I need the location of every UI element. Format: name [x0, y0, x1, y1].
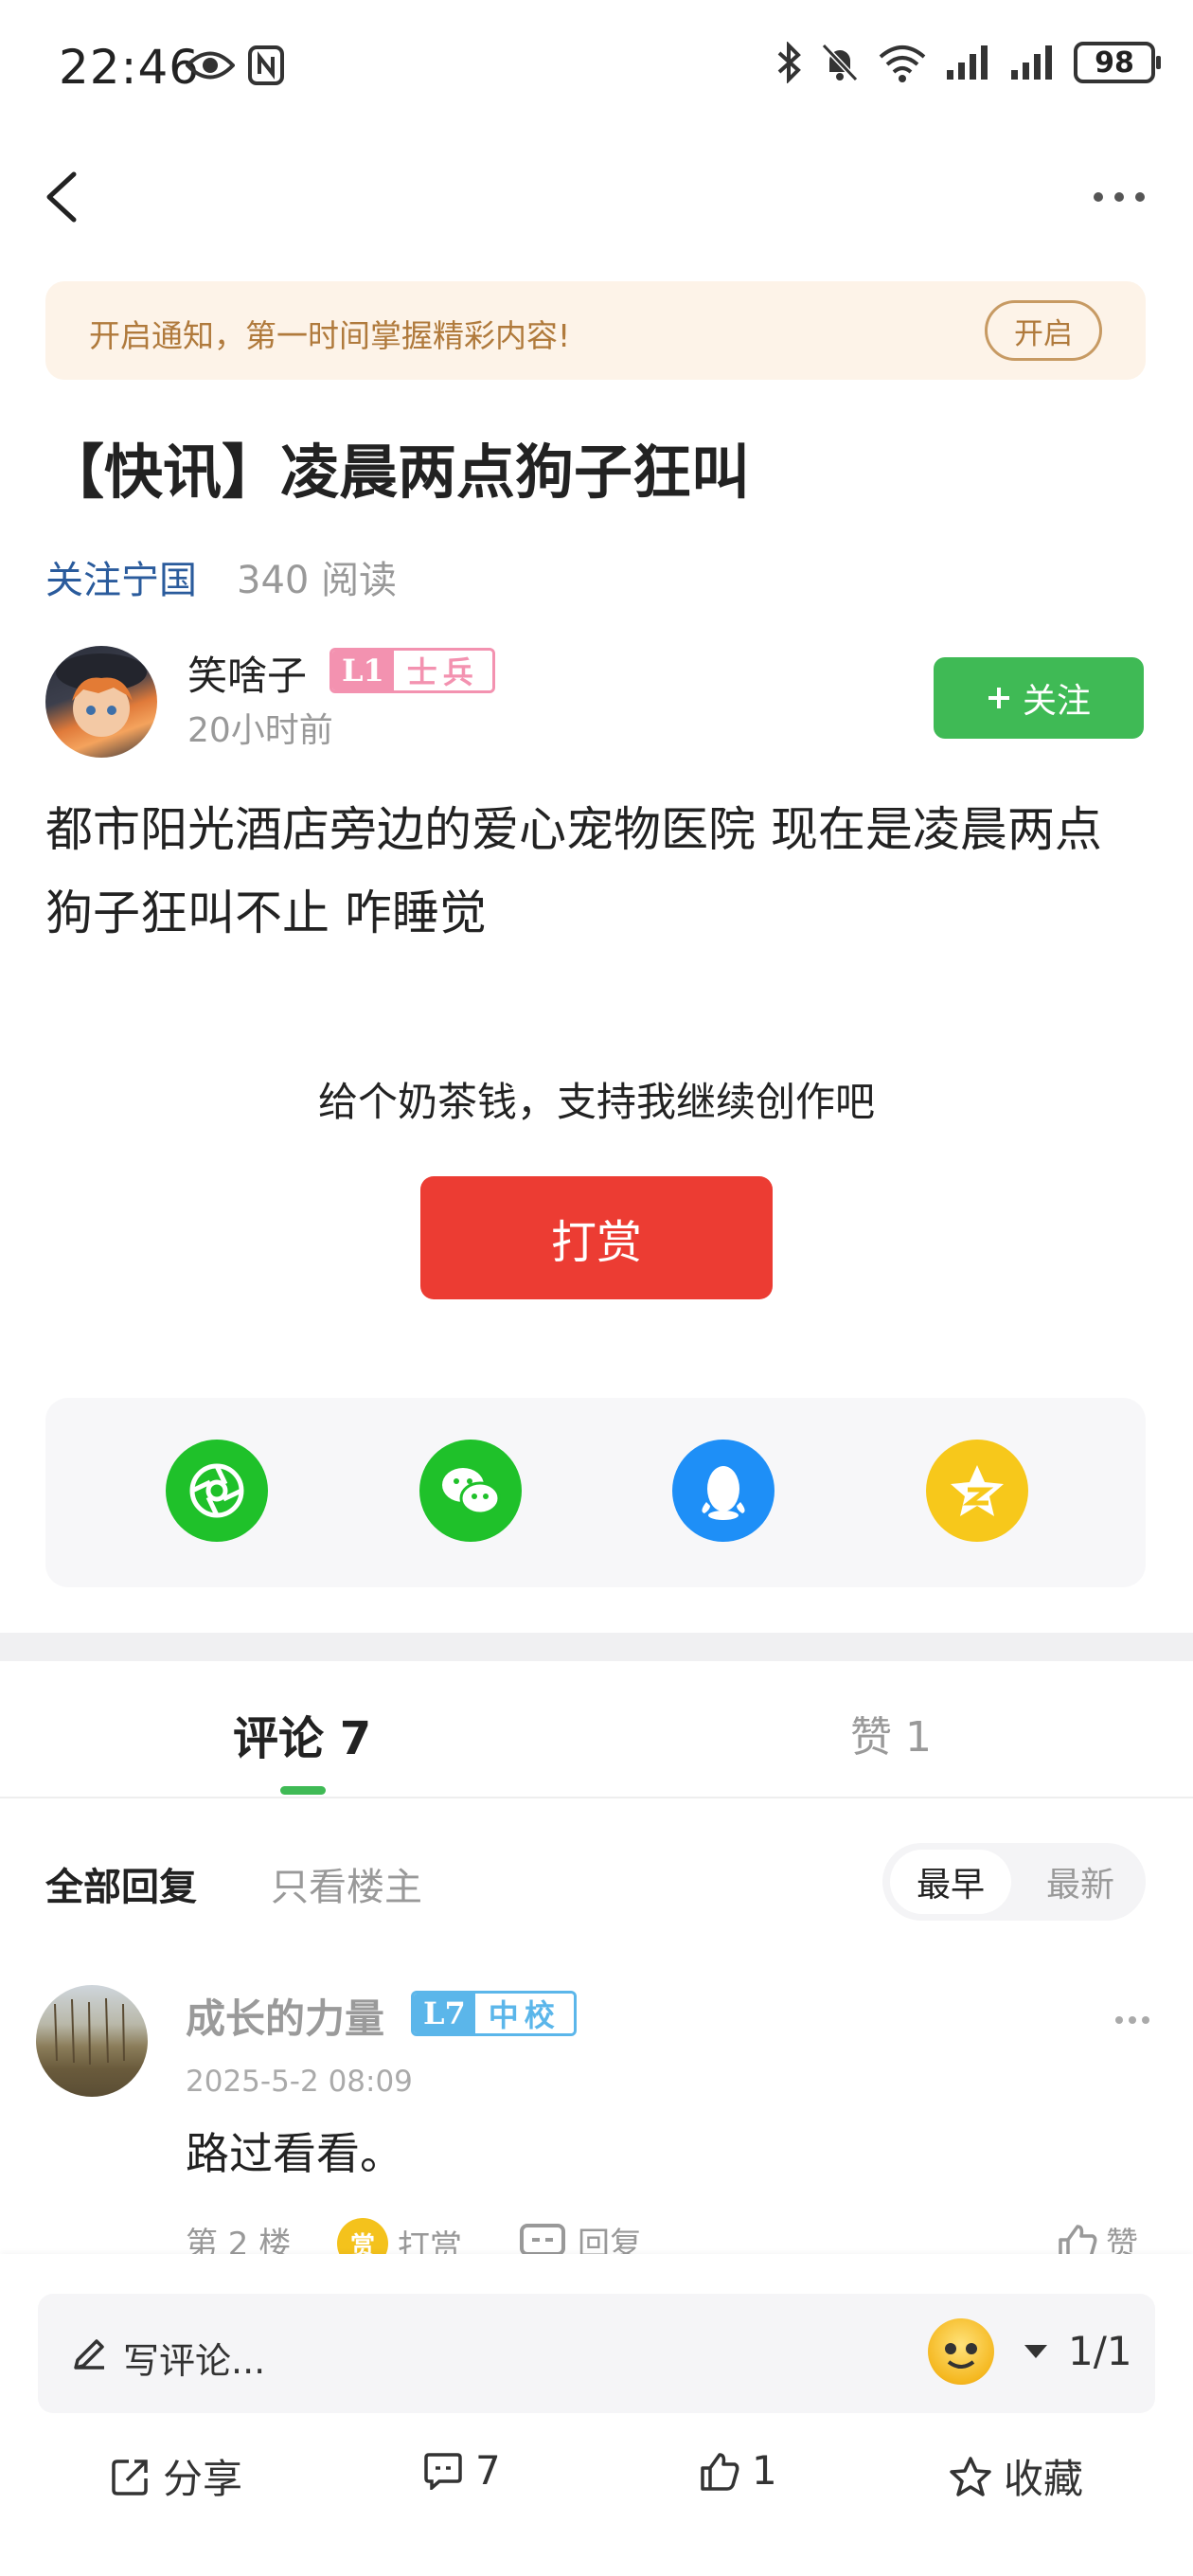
comment-more-icon[interactable] [1113, 2012, 1151, 2024]
author-name[interactable]: 笑啥子 [187, 644, 307, 702]
tab-likes[interactable]: 赞 1 [850, 1703, 932, 1763]
page-indicator[interactable]: 1/1 [1023, 2328, 1132, 2374]
tab-divider [0, 1797, 1193, 1798]
nfc-icon [248, 45, 284, 85]
moments-icon [189, 1463, 244, 1518]
wechat-icon [442, 1468, 501, 1515]
active-tab-indicator [280, 1786, 326, 1795]
notification-banner: 开启通知，第一时间掌握精彩内容! 开启 [45, 281, 1146, 380]
bluetooth-icon [777, 42, 801, 83]
share-moments-button[interactable] [166, 1440, 268, 1542]
commenter-name[interactable]: 成长的力量 [186, 1987, 384, 2045]
star-icon [950, 2456, 991, 2496]
wifi-icon [879, 45, 926, 82]
tip-prompt: 给个奶茶钱，支持我继续创作吧 [317, 1079, 875, 1125]
author-level-badge: L1 士兵 [329, 648, 495, 693]
eye-comfort-icon [185, 47, 236, 83]
like-button[interactable]: 1 [699, 2447, 777, 2494]
favorite-label: 收藏 [1004, 2456, 1084, 2502]
share-label: 分享 [163, 2456, 243, 2502]
notification-text: 开启通知，第一时间掌握精彩内容! [89, 317, 571, 354]
page-label: 1/1 [1068, 2328, 1132, 2374]
bottom-bar: 写评论... 1/1 分享 7 1 收藏 [0, 2254, 1193, 2576]
mute-bell-icon [821, 43, 859, 82]
rank-label: 士兵 [393, 651, 492, 690]
plus-icon [988, 688, 1009, 708]
more-options-icon[interactable] [1091, 189, 1148, 205]
triangle-down-icon [1024, 2344, 1047, 2358]
sort-latest-button[interactable]: 最新 [1023, 1850, 1138, 1914]
comment-icon [424, 2452, 462, 2490]
pencil-icon [74, 2339, 104, 2370]
share-panel [45, 1398, 1146, 1587]
read-count: 340 阅读 [237, 559, 398, 602]
author-avatar[interactable] [45, 646, 157, 758]
battery-indicator: 98 [1074, 42, 1161, 83]
thumbs-up-icon [701, 2452, 739, 2491]
follow-label: 关注 [1022, 681, 1091, 720]
share-wechat-button[interactable] [419, 1440, 522, 1542]
filter-op-only[interactable]: 只看楼主 [271, 1856, 422, 1911]
comment-input[interactable]: 写评论... 1/1 [38, 2294, 1155, 2413]
share-button[interactable]: 分享 [110, 2447, 242, 2505]
post-time: 20小时前 [187, 711, 333, 750]
forum-link[interactable]: 关注宁国 [45, 549, 197, 604]
emoji-icon[interactable] [928, 2318, 994, 2385]
comment-text: 路过看看。 [186, 2128, 403, 2179]
filter-all-replies[interactable]: 全部回复 [45, 1856, 197, 1911]
commenter-level-badge: L7 中校 [411, 1991, 577, 2036]
qq-icon [702, 1466, 745, 1520]
signal-1-icon [947, 45, 988, 80]
section-divider [0, 1633, 1193, 1661]
tip-button[interactable]: 打赏 [420, 1176, 773, 1299]
follow-button[interactable]: 关注 [934, 657, 1144, 739]
commenter-avatar[interactable] [36, 1985, 148, 2097]
level-label: L1 [332, 651, 394, 690]
rank-label: 中校 [474, 1994, 574, 2033]
post-title: 【快讯】凌晨两点狗子狂叫 [45, 438, 751, 507]
status-icons: 98 [775, 42, 1161, 83]
back-arrow-icon[interactable] [38, 169, 91, 225]
comment-date: 2025-5-2 08:09 [186, 2065, 413, 2099]
share-qq-button[interactable] [672, 1440, 775, 1542]
comments-button[interactable]: 7 [422, 2447, 501, 2494]
sort-earliest-button[interactable]: 最早 [890, 1850, 1011, 1914]
comment-placeholder: 写评论... [123, 2340, 266, 2382]
likes-count: 1 [752, 2447, 777, 2494]
signal-2-icon [1011, 45, 1052, 80]
share-qzone-button[interactable] [926, 1440, 1028, 1542]
post-content: 都市阳光酒店旁边的爱心宠物医院 现在是凌晨两点 狗子狂叫不止 咋睡觉 [45, 802, 1102, 940]
level-label: L7 [414, 1994, 475, 2033]
qzone-icon [951, 1465, 1004, 1516]
enable-notification-button[interactable]: 开启 [985, 300, 1102, 361]
share-icon [112, 2459, 148, 2496]
favorite-button[interactable]: 收藏 [949, 2447, 1083, 2505]
sort-toggle: 最早 最新 [882, 1843, 1146, 1921]
comments-count: 7 [475, 2447, 501, 2494]
tab-comments[interactable]: 评论 7 [233, 1701, 371, 1767]
status-time: 22:46 [59, 40, 201, 95]
